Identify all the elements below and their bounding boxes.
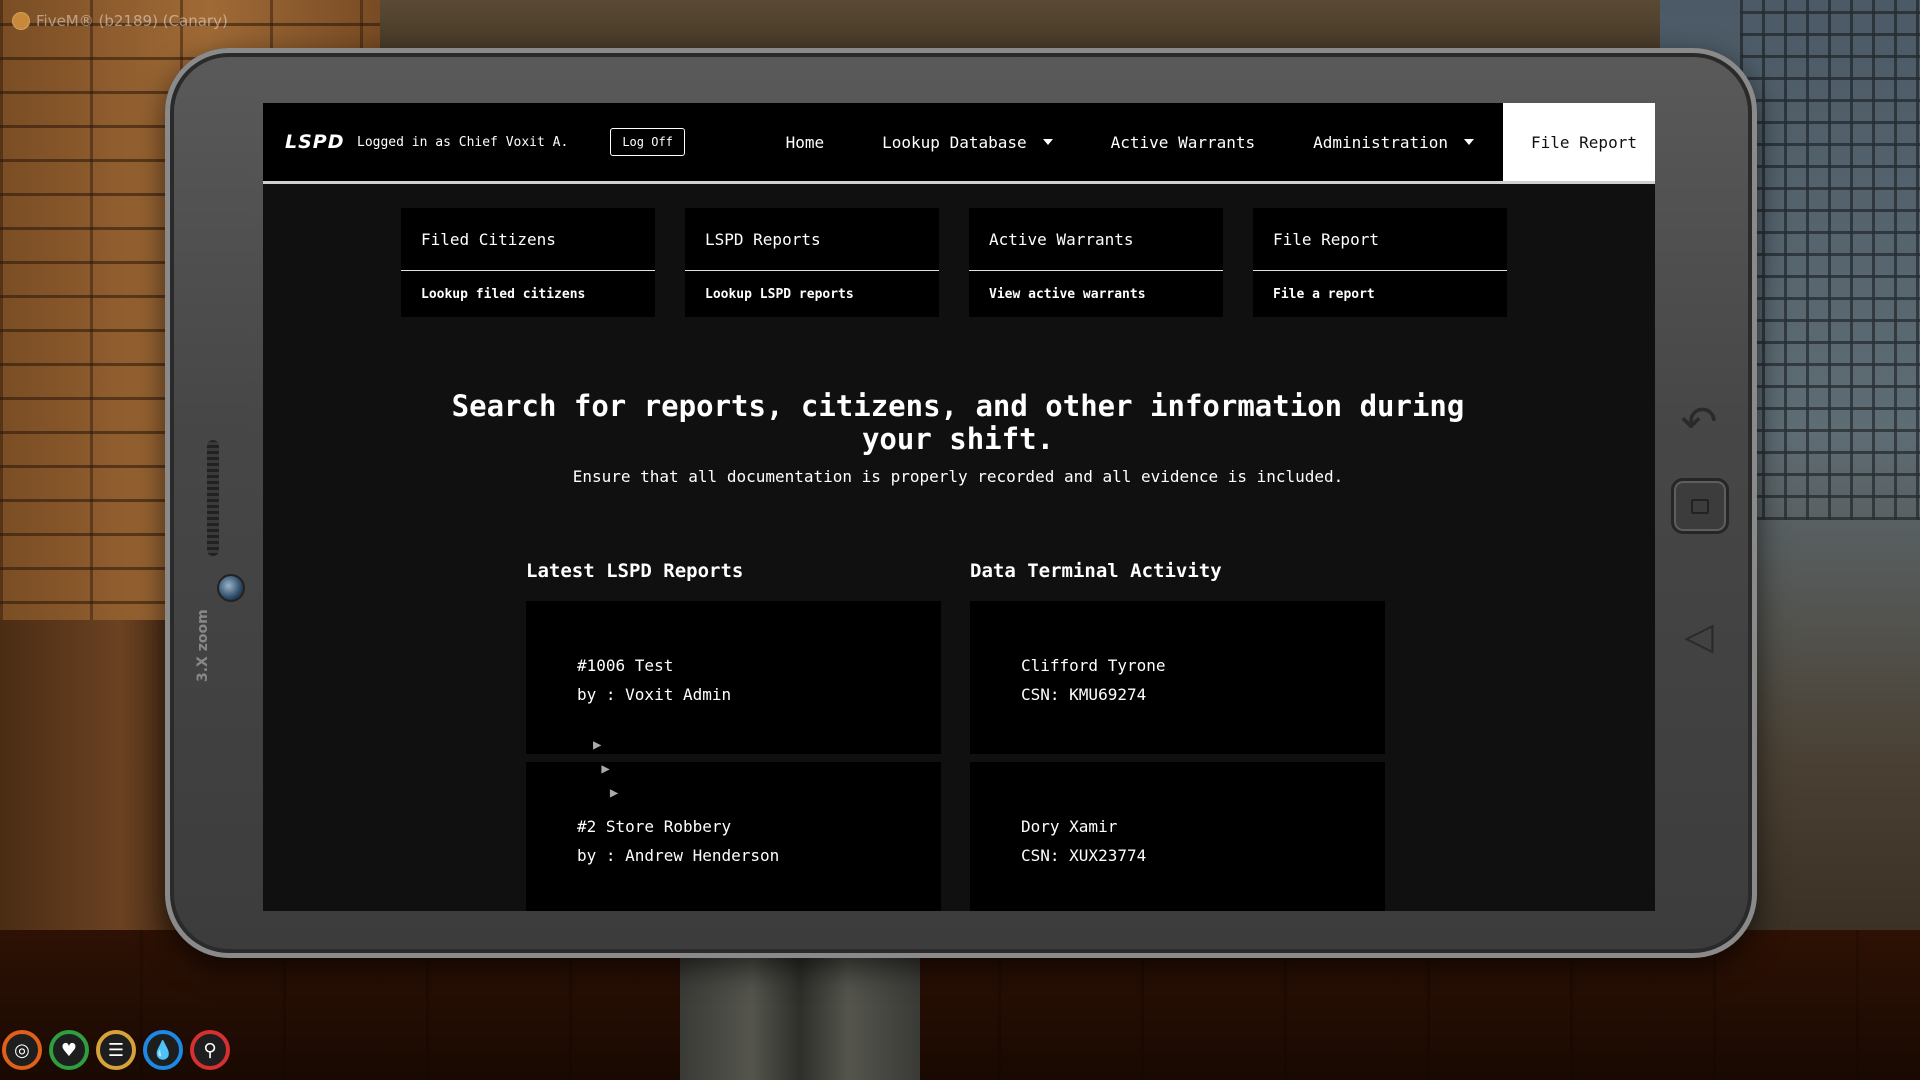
citizen-csn: CSN: XUX23774 xyxy=(1021,846,1147,865)
report-item[interactable]: #1006 Test by : Voxit Admin xyxy=(526,601,941,754)
window-title-bar: FiveM® (b2189) (Canary) xyxy=(12,12,228,30)
quick-cards: Filed Citizens Lookup filed citizens LSP… xyxy=(401,208,1507,317)
card-subtitle: File a report xyxy=(1273,286,1375,302)
card-filed-citizens[interactable]: Filed Citizens Lookup filed citizens xyxy=(401,208,655,317)
citizen-name: Clifford Tyrone xyxy=(1021,656,1166,675)
hero-subtitle: Ensure that all documentation is properl… xyxy=(572,467,1344,486)
card-title: Filed Citizens xyxy=(401,208,655,271)
navbar: LSPD Logged in as Chief Voxit A. Log Off… xyxy=(263,103,1655,184)
nav-lookup-database[interactable]: Lookup Database xyxy=(853,103,1082,181)
nav-administration[interactable]: Administration xyxy=(1284,103,1503,181)
card-title: File Report xyxy=(1253,208,1507,271)
card-title: Active Warrants xyxy=(969,208,1223,271)
report-author: by : Voxit Admin xyxy=(577,685,732,704)
window-title: FiveM® (b2189) (Canary) xyxy=(36,12,228,30)
card-lspd-reports[interactable]: LSPD Reports Lookup LSPD reports xyxy=(685,208,939,317)
target-icon: ◎ xyxy=(2,1030,42,1070)
mdt-screen: LSPD Logged in as Chief Voxit A. Log Off… xyxy=(263,103,1655,911)
fivem-icon xyxy=(12,12,30,30)
card-active-warrants[interactable]: Active Warrants View active warrants xyxy=(969,208,1223,317)
back-arrow-icon[interactable]: ◁ xyxy=(1677,614,1721,658)
metal-grate xyxy=(1740,0,1920,520)
speaker-grille xyxy=(207,440,219,556)
report-title: #1006 Test xyxy=(577,656,674,675)
card-subtitle: Lookup filed citizens xyxy=(421,286,586,302)
report-item[interactable]: #2 Store Robbery by : Andrew Henderson xyxy=(526,762,941,911)
card-subtitle: View active warrants xyxy=(989,286,1146,302)
zoom-label: 3.X zoom xyxy=(195,609,211,682)
latest-reports-heading: Latest LSPD Reports xyxy=(526,560,744,582)
card-subtitle: Lookup LSPD reports xyxy=(705,286,854,302)
hero-title: Search for reports, citizens, and other … xyxy=(451,389,1465,456)
activity-item[interactable]: Dory Xamir CSN: XUX23774 xyxy=(970,762,1385,911)
camera-lens-icon xyxy=(217,574,245,602)
nav-file-report[interactable]: File Report xyxy=(1503,103,1655,181)
nav-home[interactable]: Home xyxy=(757,103,854,181)
activity-item[interactable]: Clifford Tyrone CSN: KMU69274 xyxy=(970,601,1385,754)
caret-down-icon xyxy=(1042,139,1053,145)
citizen-name: Dory Xamir xyxy=(1021,817,1118,836)
water-icon: 💧 xyxy=(143,1030,183,1070)
undo-icon[interactable]: ↶ xyxy=(1677,398,1721,448)
food-icon: ☰ xyxy=(96,1030,136,1070)
nav-links: Home Lookup Database Active Warrants Adm… xyxy=(757,103,1655,181)
player-legs xyxy=(680,940,920,1080)
citizen-csn: CSN: KMU69274 xyxy=(1021,685,1147,704)
nav-active-warrants[interactable]: Active Warrants xyxy=(1082,103,1285,181)
logged-in-text: Logged in as Chief Voxit A. xyxy=(357,134,569,150)
brand-logo[interactable]: LSPD xyxy=(285,131,355,153)
terminal-activity-heading: Data Terminal Activity xyxy=(970,560,1222,582)
home-square-button[interactable] xyxy=(1671,478,1729,534)
card-title: LSPD Reports xyxy=(685,208,939,271)
heart-icon: ♥ xyxy=(49,1030,89,1070)
card-file-report[interactable]: File Report File a report xyxy=(1253,208,1507,317)
log-off-button[interactable]: Log Off xyxy=(610,128,685,156)
caret-down-icon xyxy=(1464,139,1474,145)
stamina-icon: ⚲ xyxy=(190,1030,230,1070)
report-title: #2 Store Robbery xyxy=(577,817,732,836)
report-author: by : Andrew Henderson xyxy=(577,846,780,865)
mouse-cursor-icon: ▶ ▶ ▶ xyxy=(593,737,619,801)
player-hud: ◎ ♥ ☰ 💧 ⚲ xyxy=(2,1030,230,1070)
square-icon xyxy=(1691,498,1709,514)
